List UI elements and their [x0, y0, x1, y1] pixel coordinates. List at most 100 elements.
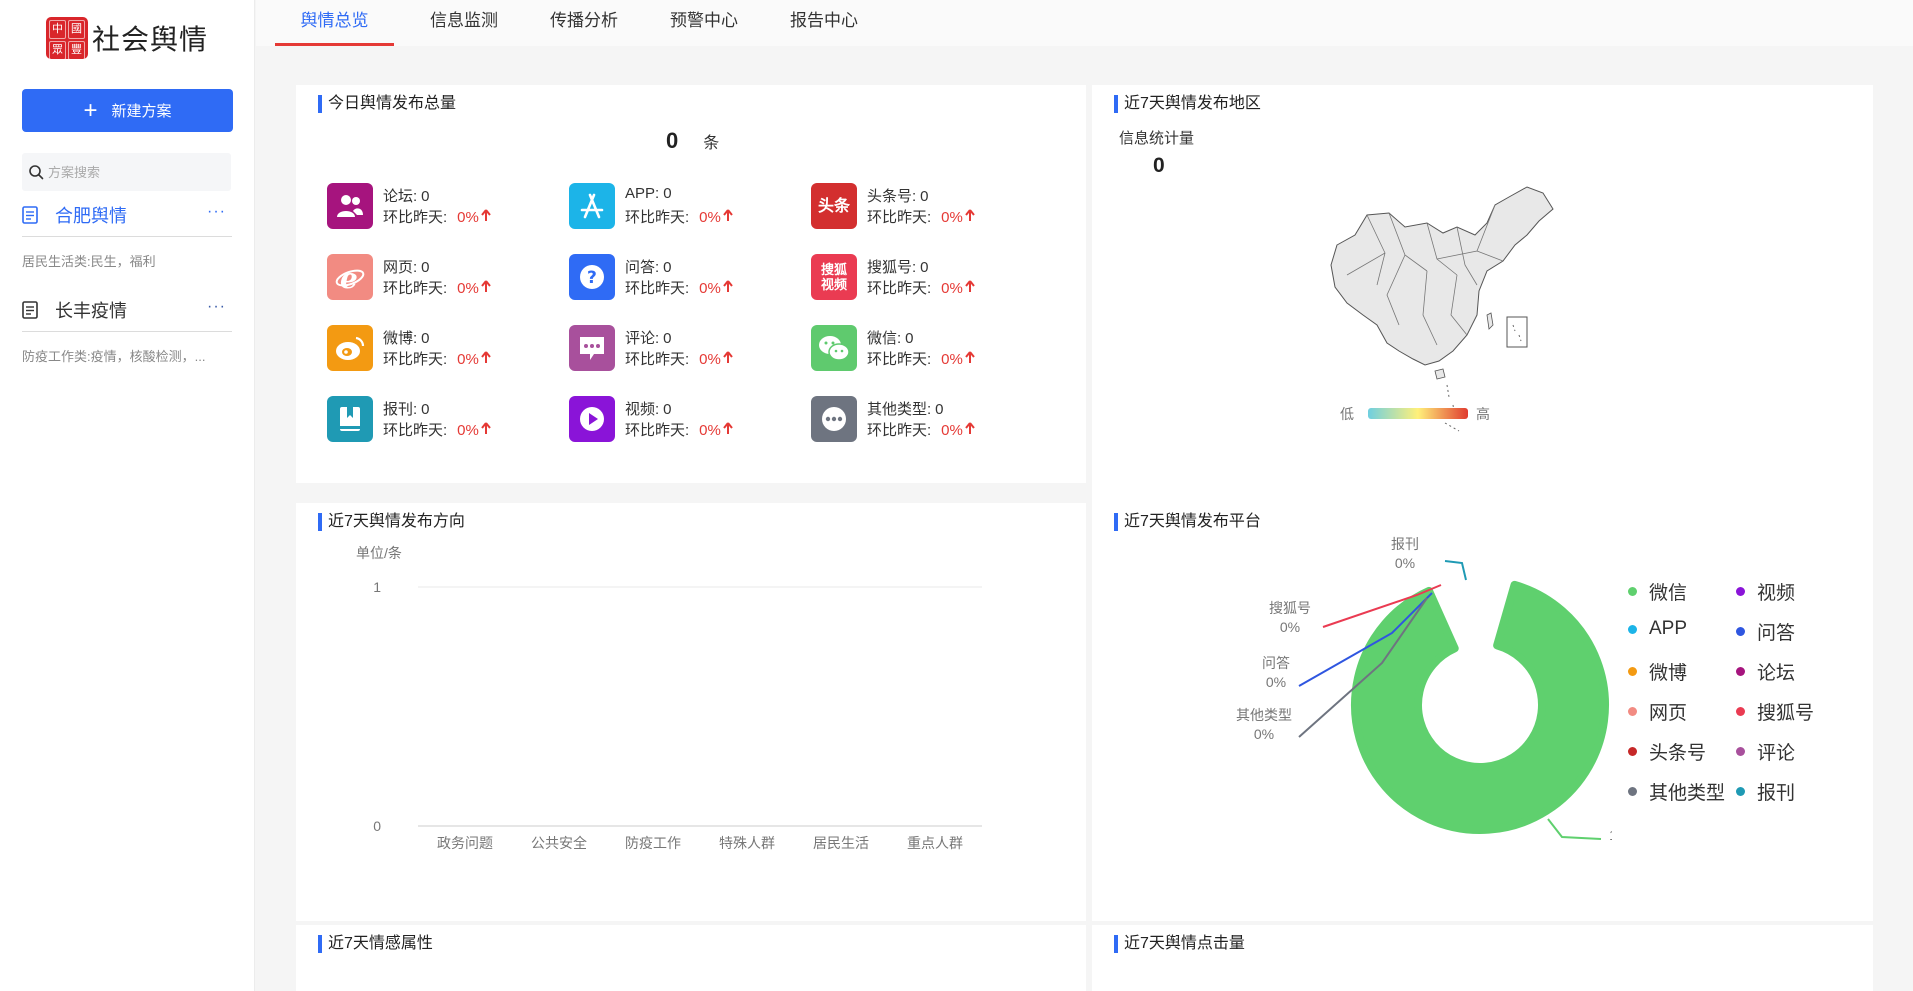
legend-item[interactable]: 视频 [1736, 578, 1795, 605]
tab-reports[interactable]: 报告中心 [774, 0, 874, 46]
plan-search-input[interactable] [48, 164, 218, 180]
source-count: 0 [421, 401, 430, 418]
today-total-value: 0 [666, 128, 679, 153]
legend-item[interactable]: 问答 [1736, 618, 1795, 645]
logo-seal-char: 中 [49, 20, 66, 39]
plan-head[interactable]: 长丰疫情 ··· [22, 288, 232, 332]
slice-name-label: 其他类型 [1236, 707, 1292, 723]
svg-text:e: e [340, 262, 358, 292]
tab-monitoring[interactable]: 信息监测 [414, 0, 514, 46]
card-title: 近7天舆情发布方向 [318, 513, 465, 531]
card-title: 近7天舆情发布地区 [1114, 95, 1261, 113]
source-item[interactable]: 视频: 0 环比昨天: 0% [569, 396, 799, 444]
legend-label: 头条号 [1649, 743, 1707, 764]
source-item[interactable]: e 网页: 0 环比昨天: 0% [327, 254, 557, 302]
source-label: 微信: [867, 330, 902, 347]
x-tick-label: 政务问题 [437, 835, 493, 851]
legend-item[interactable]: 头条号 [1628, 738, 1706, 765]
tab-propagation[interactable]: 传播分析 [534, 0, 634, 46]
south-sea-inset [1506, 316, 1528, 348]
source-label: 评论: [625, 330, 660, 347]
source-item[interactable]: 其他类型: 0 环比昨天: 0% [811, 396, 1041, 444]
donut-slice[interactable] [1351, 580, 1609, 834]
sidebar: 中 國 眾 豐 社会舆情 + 新建方案 合肥舆情 ··· 居民生活类:民生，福利… [0, 0, 255, 991]
legend-item[interactable]: 网页 [1628, 698, 1687, 725]
source-name: 网页: 0 [383, 256, 430, 277]
source-count: 0 [663, 401, 672, 418]
legend-item[interactable]: 其他类型 [1628, 778, 1725, 805]
y-axis-unit: 单位/条 [356, 545, 402, 561]
arrow-up-icon [723, 280, 733, 292]
source-label: APP: [625, 185, 660, 202]
tab-alerts[interactable]: 预警中心 [654, 0, 754, 46]
logo-text: 社会舆情 [92, 23, 209, 56]
more-icon[interactable]: ··· [207, 203, 226, 221]
logo-seal-char: 豐 [68, 41, 85, 60]
compare-label: 环比昨天: [625, 209, 690, 226]
heat-scale-bar [1368, 408, 1468, 419]
source-item[interactable]: 微信: 0 环比昨天: 0% [811, 325, 1041, 373]
legend-item[interactable]: 报刊 [1736, 778, 1795, 805]
legend-label: 视频 [1757, 583, 1796, 604]
region-stat-label: 信息统计量 [1119, 130, 1195, 147]
source-compare: 环比昨天: 0% [625, 348, 733, 369]
more-icon[interactable]: ··· [207, 298, 226, 316]
source-item[interactable]: 头条 头条号: 0 环比昨天: 0% [811, 183, 1041, 231]
x-tick-label: 居民生活 [813, 835, 869, 851]
source-compare: 环比昨天: 0% [867, 206, 975, 227]
source-item[interactable]: 报刊: 0 环比昨天: 0% [327, 396, 557, 444]
legend-item[interactable]: 论坛 [1736, 658, 1795, 685]
scale-high-label: 高 [1476, 406, 1490, 422]
new-plan-label: 新建方案 [111, 103, 172, 120]
source-item[interactable]: 论坛: 0 环比昨天: 0% [327, 183, 557, 231]
slice-percent-label: 100% [1609, 827, 1612, 843]
plan-search-box[interactable] [22, 153, 231, 191]
legend-dot [1736, 707, 1745, 716]
taiwan-island [1486, 312, 1494, 330]
legend-item[interactable]: 微博 [1628, 658, 1687, 685]
tab-overview[interactable]: 舆情总览 [275, 0, 394, 46]
plan-item-changfeng[interactable]: 长丰疫情 ··· 防疫工作类:疫情，核酸检测，... [22, 288, 232, 365]
scale-low-label: 低 [1340, 406, 1354, 422]
new-plan-button[interactable]: + 新建方案 [22, 89, 233, 132]
platform-donut-chart: 微信100%报刊0%搜狐号0%问答0%其他类型0% [1236, 536, 1612, 843]
legend-item[interactable]: 评论 [1736, 738, 1795, 765]
source-item[interactable]: 评论: 0 环比昨天: 0% [569, 325, 799, 373]
slice-percent-label: 0% [1254, 726, 1274, 742]
compare-label: 环比昨天: [383, 351, 448, 368]
app-icon [569, 183, 615, 229]
legend-item[interactable]: 微信 [1628, 578, 1687, 605]
china-map[interactable] [1327, 175, 1567, 435]
legend-label: 微信 [1649, 583, 1688, 604]
source-item[interactable]: ? 问答: 0 环比昨天: 0% [569, 254, 799, 302]
source-name: 视频: 0 [625, 398, 672, 419]
today-total-unit: 条 [703, 135, 720, 152]
source-item[interactable]: APP: 0 环比昨天: 0% [569, 183, 799, 231]
forum-icon [327, 183, 373, 229]
arrow-up-icon [723, 351, 733, 363]
arrow-up-icon [965, 351, 975, 363]
logo-seal-char: 國 [68, 20, 85, 39]
arrow-up-icon [965, 422, 975, 434]
legend-label: 网页 [1649, 703, 1688, 724]
plan-item-hefei[interactable]: 合肥舆情 ··· 居民生活类:民生，福利 [22, 193, 232, 270]
source-item[interactable]: 微博: 0 环比昨天: 0% [327, 325, 557, 373]
slice-percent-label: 0% [1395, 555, 1415, 571]
y-tick-label: 0 [373, 818, 381, 834]
card-title: 近7天情感属性 [318, 935, 433, 953]
logo[interactable]: 中 國 眾 豐 社会舆情 [46, 16, 208, 60]
webpage-icon: e [327, 254, 373, 300]
direction-card: 近7天舆情发布方向 单位/条 0 1 政务问题 公共安全 防疫工作 特殊人群 居民生活 重点人群 [296, 503, 1086, 921]
compare-label: 环比昨天: [867, 209, 932, 226]
source-count: 0 [920, 188, 929, 205]
platform-card: 近7天舆情发布平台 微信100%报刊0%搜狐号0%问答0%其他类型0% 微信视频… [1092, 503, 1873, 921]
source-item[interactable]: 搜狐视频 搜狐号: 0 环比昨天: 0% [811, 254, 1041, 302]
other-icon [811, 396, 857, 442]
plan-head[interactable]: 合肥舆情 ··· [22, 193, 232, 237]
card-title: 今日舆情发布总量 [318, 95, 456, 113]
compare-percent: 0% [941, 351, 963, 368]
arrow-up-icon [723, 209, 733, 221]
source-count: 0 [663, 259, 672, 276]
legend-item[interactable]: APP [1628, 618, 1687, 640]
legend-item[interactable]: 搜狐号 [1736, 698, 1814, 725]
